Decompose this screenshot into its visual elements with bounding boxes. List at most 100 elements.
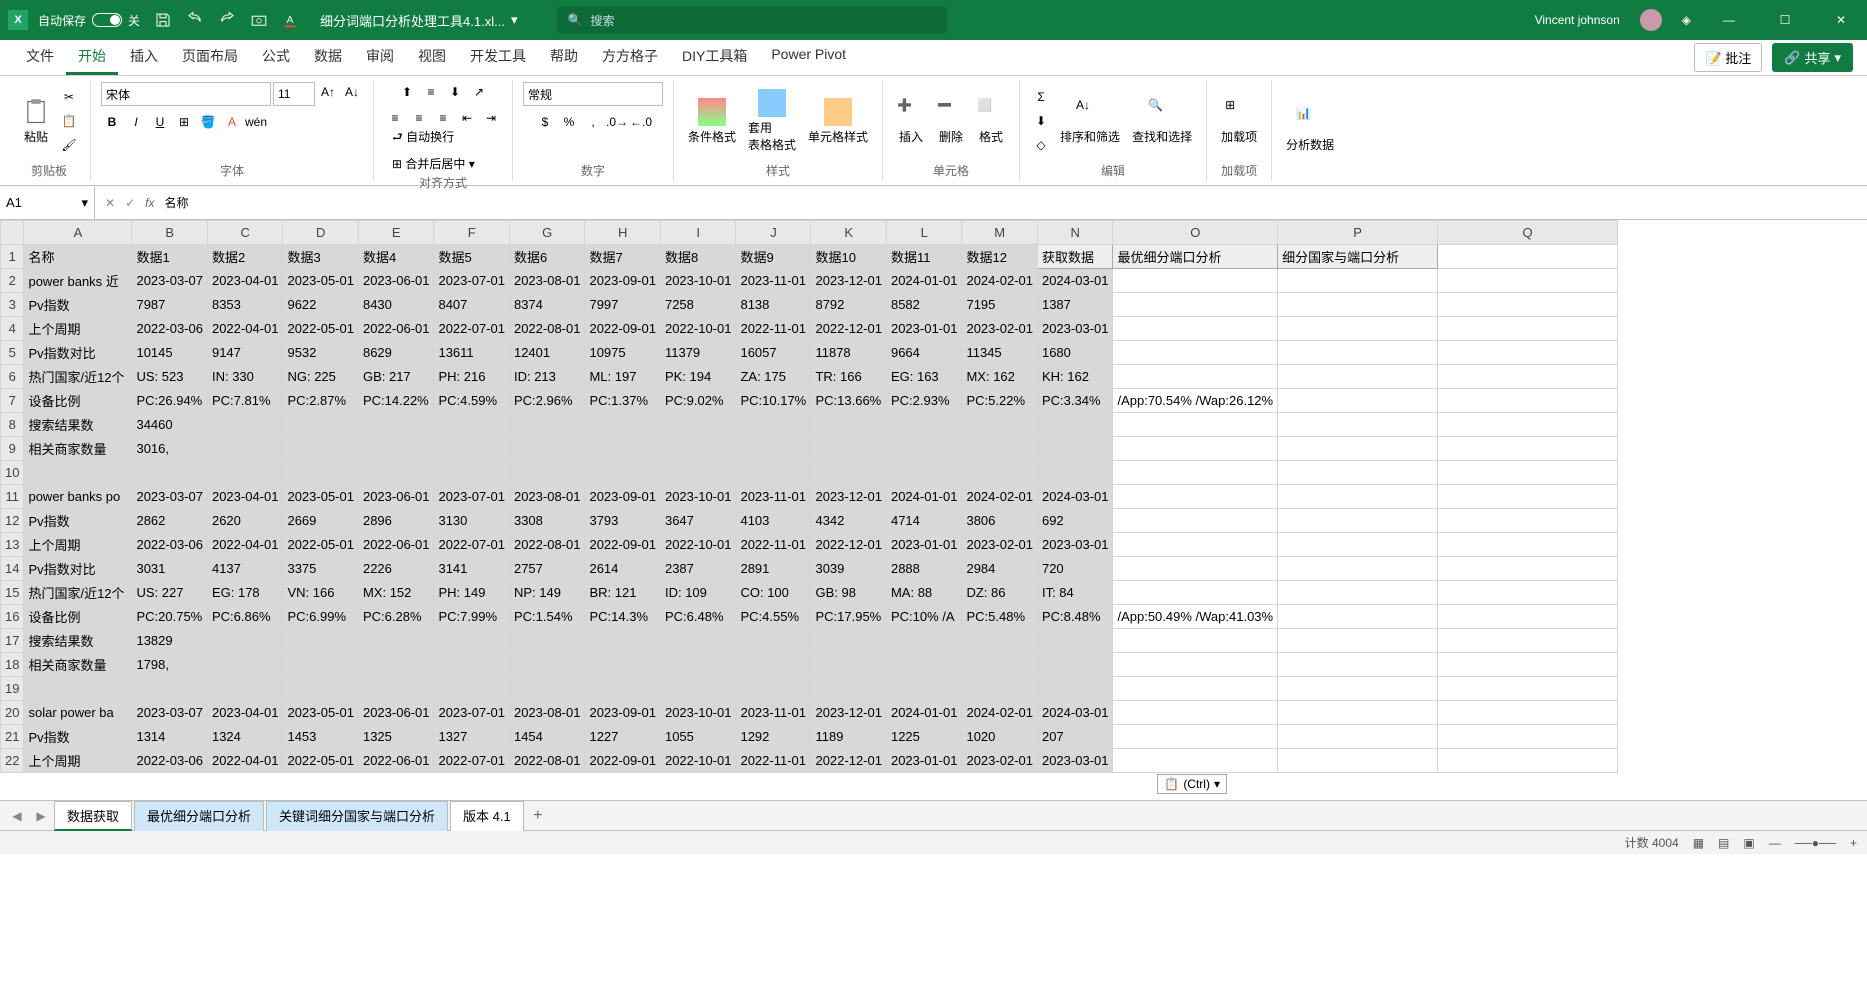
cell-L19[interactable] [886,677,962,701]
view-page-icon[interactable]: ▤ [1718,836,1729,850]
cell-C4[interactable]: 2022-04-01 [207,317,283,341]
ribbon-tab-帮助[interactable]: 帮助 [538,40,590,75]
cell-O19[interactable] [1113,677,1278,701]
ribbon-tab-文件[interactable]: 文件 [14,40,66,75]
confirm-icon[interactable]: ✓ [125,196,135,210]
zoom-slider[interactable]: ──●── [1795,836,1836,850]
cell-D13[interactable]: 2022-05-01 [283,533,359,557]
cell-P20[interactable] [1278,701,1438,725]
cell-E19[interactable] [358,677,434,701]
cell-A19[interactable] [24,677,132,701]
cell-H4[interactable]: 2022-09-01 [585,317,661,341]
row-header-8[interactable]: 8 [1,413,24,437]
cell-D7[interactable]: PC:2.87% [283,389,359,413]
row-header-9[interactable]: 9 [1,437,24,461]
cell-M7[interactable]: PC:5.22% [962,389,1038,413]
cell-H22[interactable]: 2022-09-01 [585,749,661,773]
cell-N17[interactable] [1037,629,1113,653]
sheet-tab-2[interactable]: 关键词细分国家与端口分析 [266,801,448,831]
cell-J20[interactable]: 2023-11-01 [736,701,811,725]
cell-L4[interactable]: 2023-01-01 [886,317,962,341]
cell-H17[interactable] [585,629,661,653]
cell-M12[interactable]: 3806 [962,509,1038,533]
ribbon-tab-方方格子[interactable]: 方方格子 [590,40,670,75]
cell-P8[interactable] [1278,413,1438,437]
cell-N15[interactable]: IT: 84 [1037,581,1113,605]
cell-I12[interactable]: 3647 [660,509,736,533]
cell-P10[interactable] [1278,461,1438,485]
cell-A17[interactable]: 搜索结果数 [24,629,132,653]
ribbon-tab-视图[interactable]: 视图 [406,40,458,75]
cell-L12[interactable]: 4714 [886,509,962,533]
cell-C12[interactable]: 2620 [207,509,283,533]
cell-H11[interactable]: 2023-09-01 [585,485,661,509]
cell-M3[interactable]: 7195 [962,293,1038,317]
cell-D15[interactable]: VN: 166 [283,581,359,605]
col-header-E[interactable]: E [358,221,434,245]
cell-M18[interactable] [962,653,1038,677]
cell-H16[interactable]: PC:14.3% [585,605,661,629]
cell-H3[interactable]: 7997 [585,293,661,317]
cell-D20[interactable]: 2023-05-01 [283,701,359,725]
cell-C15[interactable]: EG: 178 [207,581,283,605]
cell-L11[interactable]: 2024-01-01 [886,485,962,509]
cell-M22[interactable]: 2023-02-01 [962,749,1038,773]
cell-L13[interactable]: 2023-01-01 [886,533,962,557]
cell-L22[interactable]: 2023-01-01 [886,749,962,773]
cell-O10[interactable] [1113,461,1278,485]
search-box[interactable]: 🔍 搜索 [557,6,947,34]
cell-H15[interactable]: BR: 121 [585,581,661,605]
cell-L21[interactable]: 1225 [886,725,962,749]
cell-B7[interactable]: PC:26.94% [132,389,208,413]
cell-K11[interactable]: 2023-12-01 [811,485,887,509]
cell-Q2[interactable] [1438,269,1618,293]
cell-J9[interactable] [736,437,811,461]
cell-F13[interactable]: 2022-07-01 [434,533,510,557]
cell-G4[interactable]: 2022-08-01 [509,317,585,341]
formula-input[interactable]: 名称 [164,194,188,211]
cell-C17[interactable] [207,629,283,653]
cell-E12[interactable]: 2896 [358,509,434,533]
cell-P21[interactable] [1278,725,1438,749]
cell-F19[interactable] [434,677,510,701]
cell-O20[interactable] [1113,701,1278,725]
cell-G9[interactable] [509,437,585,461]
increase-font-icon[interactable]: A↑ [317,82,339,102]
cell-I20[interactable]: 2023-10-01 [660,701,736,725]
align-right-icon[interactable]: ≡ [432,108,454,128]
cell-I17[interactable] [660,629,736,653]
cell-Q7[interactable] [1438,389,1618,413]
cell-F18[interactable] [434,653,510,677]
cell-D9[interactable] [283,437,359,461]
cell-A18[interactable]: 相关商家数量 [24,653,132,677]
row-header-11[interactable]: 11 [1,485,24,509]
cell-I11[interactable]: 2023-10-01 [660,485,736,509]
cell-Q22[interactable] [1438,749,1618,773]
ribbon-tab-审阅[interactable]: 审阅 [354,40,406,75]
conditional-format-button[interactable]: 条件格式 [684,94,740,149]
close-button[interactable]: ✕ [1823,2,1859,38]
cell-F8[interactable] [434,413,510,437]
increase-decimal-icon[interactable]: .0→ [606,112,628,132]
decrease-indent-icon[interactable]: ⇤ [456,108,478,128]
row-header-22[interactable]: 22 [1,749,24,773]
cell-B11[interactable]: 2023-03-07 [132,485,208,509]
paste-options-button[interactable]: 📋 (Ctrl) ▾ [1157,774,1227,794]
cell-H13[interactable]: 2022-09-01 [585,533,661,557]
cell-I2[interactable]: 2023-10-01 [660,269,736,293]
cell-G14[interactable]: 2757 [509,557,585,581]
cell-D3[interactable]: 9622 [283,293,359,317]
decrease-font-icon[interactable]: A↓ [341,82,363,102]
view-break-icon[interactable]: ▣ [1743,836,1754,850]
cell-A4[interactable]: 上个周期 [24,317,132,341]
cell-Q11[interactable] [1438,485,1618,509]
select-all-corner[interactable] [1,221,24,245]
ribbon-tab-开始[interactable]: 开始 [66,40,118,75]
cell-M10[interactable] [962,461,1038,485]
fill-icon[interactable]: ⬇ [1030,111,1052,131]
currency-icon[interactable]: $ [534,112,556,132]
autosave-toggle[interactable]: 自动保存 关 [38,12,140,29]
cell-D17[interactable] [283,629,359,653]
cell-P7[interactable] [1278,389,1438,413]
font-color-icon[interactable]: A [282,11,300,29]
